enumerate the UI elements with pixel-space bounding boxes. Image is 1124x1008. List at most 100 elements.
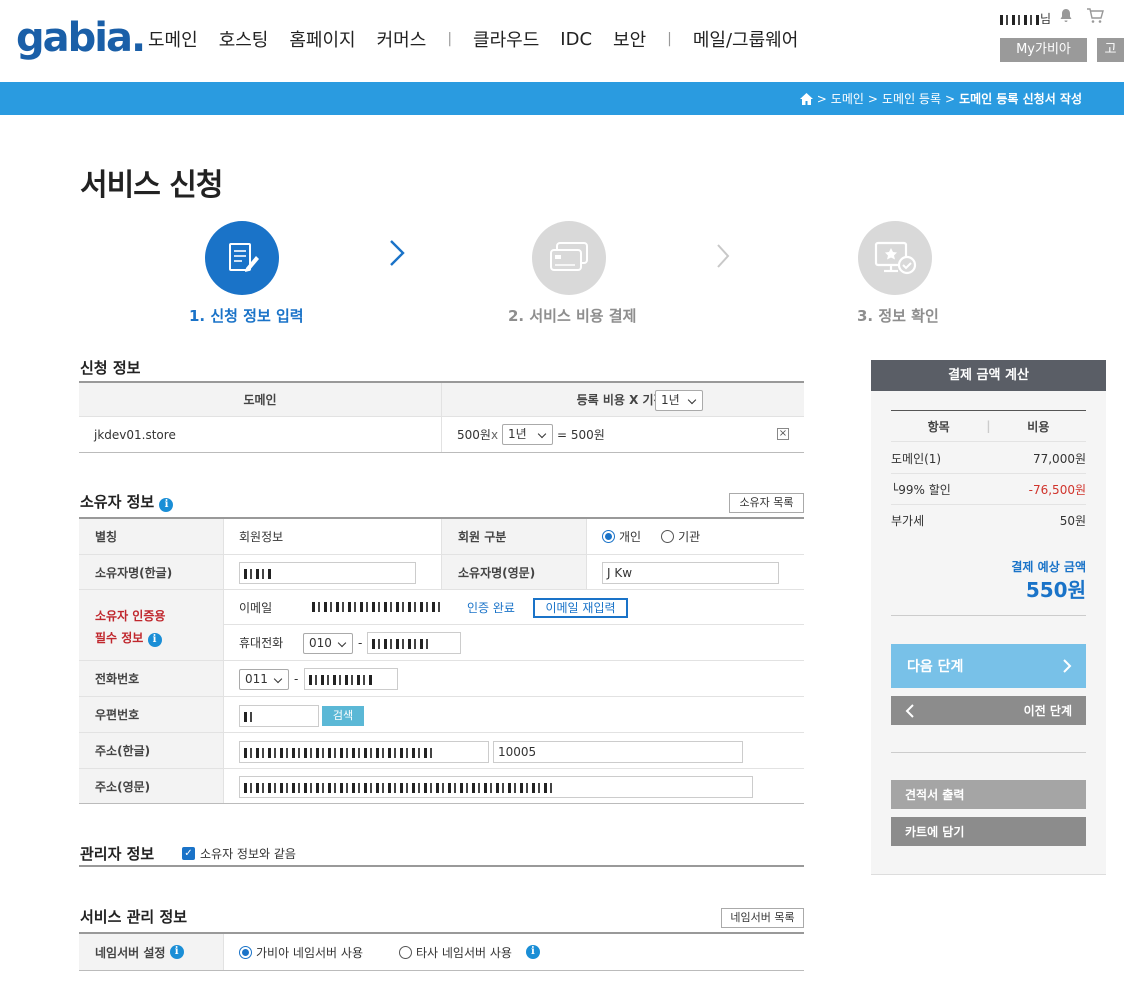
row-item: └99% 할인 [891,482,951,497]
cart-icon[interactable] [1086,7,1104,29]
breadcrumb-sep: > [816,91,827,106]
period-select[interactable]: 1년 [502,424,553,445]
home-icon[interactable] [799,92,813,105]
mobile-prefix-select[interactable]: 010 [303,633,353,654]
row-divider [79,660,804,661]
address-kr-detail-input[interactable]: 10005 [493,741,743,763]
row-divider [79,768,804,769]
nav-separator: | [667,31,672,47]
member-type-label: 회원 구분 [458,530,507,544]
alias-value: 회원정보 [239,530,284,544]
chevron-right-icon [715,242,731,277]
info-icon[interactable]: i [147,633,162,647]
domain-name: jkdev01.store [94,427,176,442]
add-to-cart-button[interactable]: 카트에 담기 [891,817,1086,846]
period-select-all[interactable]: 1년 [655,390,703,411]
breadcrumb-domain[interactable]: 도메인 [831,90,864,107]
bell-icon[interactable] [1058,8,1074,28]
row-divider [79,589,804,590]
nav-separator: | [447,31,453,47]
info-icon[interactable]: i [159,498,174,512]
prev-step-label: 이전 단계 [1023,704,1072,718]
header: gabia. 도메인 호스팅 홈페이지 커머스 | 클라우드 IDC 보안 | … [0,0,1124,82]
alias-label: 별칭 [95,530,118,544]
breadcrumb-sep: > [867,91,878,106]
phone-prefix-select[interactable]: 011 [239,669,289,690]
nav-idc[interactable]: IDC [560,29,592,50]
sidebar-table-header: 항목 | 비용 [891,411,1086,442]
name-kr-input[interactable] [239,562,416,584]
radio-gabia-ns[interactable] [239,945,252,959]
zipcode-input[interactable] [239,705,319,727]
radio-individual[interactable] [602,530,615,543]
col-divider [223,934,224,970]
next-step-button[interactable]: 다음 단계 [891,644,1086,688]
auth-complete-text: 인증 완료 [467,600,515,615]
auth-required-label: 소유자 인증용 필수 정보 i [95,605,165,649]
member-type-radio-group: 개인 기관 [602,519,700,554]
address-kr-label: 주소(한글) [95,744,151,758]
address-en-label: 주소(영문) [95,779,151,794]
mobile-number-input[interactable] [367,632,461,654]
row-item: 도메인(1) [891,451,942,466]
nav-hosting[interactable]: 호스팅 [219,26,269,52]
email-label: 이메일 [239,600,273,615]
radio-other-ns[interactable] [399,945,412,959]
sidebar-title: 결제 금액 계산 [871,360,1106,391]
sidebar-divider [891,615,1086,616]
radio-organization-label: 기관 [678,530,701,544]
address-en-input[interactable] [239,776,753,798]
name-en-input[interactable]: J Kw [602,562,779,584]
row-divider [79,416,804,417]
nav-mail-groupware[interactable]: 메일/그룹웨어 [693,26,798,52]
chevron-right-icon [388,239,406,275]
owner-list-button[interactable]: 소유자 목록 [729,493,804,513]
gabia-logo[interactable]: gabia. [16,16,146,60]
prev-step-button[interactable]: 이전 단계 [891,696,1086,725]
nav-homepage[interactable]: 홈페이지 [289,26,355,52]
nav-cloud[interactable]: 클라우드 [473,26,539,52]
masked-value [309,674,375,685]
sidebar-divider [891,752,1086,753]
radio-gabia-ns-label: 가비아 네임서버 사용 [256,945,363,960]
masked-value [372,638,432,649]
user-greeting: 님 [1000,10,1051,27]
zipcode-search-button[interactable]: 검색 [322,706,364,726]
dash: - [358,635,363,650]
form-edit-icon [229,243,259,272]
row-divider [79,732,804,733]
breadcrumb: > 도메인 > 도메인 등록 > 도메인 등록 신청서 작성 [799,90,1082,107]
name-en-label: 소유자명(영문) [458,565,536,580]
phone-number-input[interactable] [304,668,398,690]
masked-value [244,782,556,793]
radio-individual-label: 개인 [619,530,642,544]
ns-setting-text: 네임서버 설정 [95,945,166,960]
unit-price: 500원 [457,428,491,442]
customer-center-button[interactable]: 고 [1097,38,1124,62]
credit-card-icon [550,242,588,271]
row-cost: 77,000원 [1032,451,1086,466]
nav-security[interactable]: 보안 [613,26,646,52]
remove-domain-button[interactable]: × [777,428,789,440]
radio-organization[interactable] [661,530,675,543]
info-icon[interactable]: i [525,945,540,959]
quote-print-button[interactable]: 견적서 출력 [891,780,1086,809]
user-name-masked [1000,14,1040,25]
breadcrumb-domain-register[interactable]: 도메인 등록 [882,90,941,107]
email-reenter-button[interactable]: 이메일 재입력 [533,598,628,618]
step-3-circle [858,221,932,295]
ns-radio-group: 가비아 네임서버 사용 타사 네임서버 사용 i [239,934,540,970]
total-value: 550원 [1025,578,1086,602]
my-gabia-button[interactable]: My가비아 [1000,38,1087,62]
nameserver-list-button[interactable]: 네임서버 목록 [721,908,804,928]
address-kr-input[interactable] [239,741,489,763]
name-kr-label: 소유자명(한글) [95,565,173,580]
nav-domain[interactable]: 도메인 [148,26,198,52]
auth-label-line2: 필수 정보 [95,631,144,645]
same-as-owner-checkbox[interactable]: ✓ [182,847,195,860]
step-1-circle [205,221,279,295]
nav-commerce[interactable]: 커머스 [377,26,427,52]
breadcrumb-bar: > 도메인 > 도메인 등록 > 도메인 등록 신청서 작성 [0,82,1124,115]
info-icon[interactable]: i [169,945,184,959]
col-cost-header: 등록 비용 X 기간: [442,383,804,416]
